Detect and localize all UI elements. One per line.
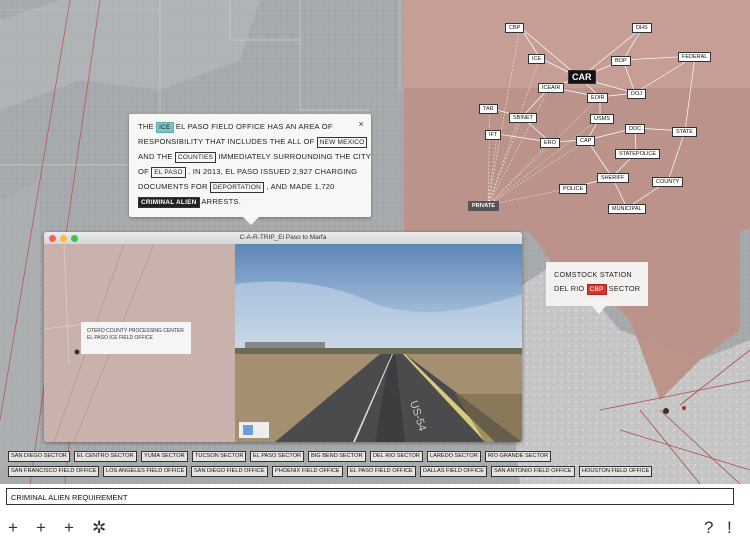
node-cap[interactable]: CAP — [576, 136, 596, 146]
mini-map[interactable]: OTERO COUNTY PROCESSING CENTER EL PASO I… — [44, 243, 235, 442]
node-ero[interactable]: ERO — [540, 138, 560, 148]
chip-tucson-sector[interactable]: TUCSON SECTOR — [192, 451, 247, 462]
street-view-image: US-54 — [235, 244, 522, 442]
chip-el-centro-sector[interactable]: EL CENTRO SECTOR — [74, 451, 137, 462]
node-bop[interactable]: BOP — [611, 56, 631, 66]
help-icon[interactable]: ? — [704, 519, 713, 536]
node-tar[interactable]: TAR — [479, 104, 498, 114]
popup-text-segment: AND THE — [138, 152, 175, 161]
node-doj[interactable]: DOJ — [627, 89, 646, 99]
close-icon[interactable]: × — [359, 117, 364, 132]
plus-icon-1[interactable]: + — [8, 519, 18, 536]
chip-san-diego-field-office[interactable]: SAN DIEGO FIELD OFFICE — [191, 466, 268, 477]
chip-dallas-field-office[interactable]: DALLAS FIELD OFFICE — [420, 466, 487, 477]
chip-rio-grande-sector[interactable]: RIO GRANDE SECTOR — [485, 451, 552, 462]
chip-san-antonio-field-office[interactable]: SAN ANTONIO FIELD OFFICE — [491, 466, 575, 477]
node-sheriff[interactable]: SHERIFF — [597, 173, 629, 183]
zoom-window-icon[interactable] — [71, 235, 78, 242]
node-dhs[interactable]: DHS — [632, 23, 652, 33]
plus-icon-3[interactable]: + — [64, 519, 74, 536]
chip-laredo-sector[interactable]: LAREDO SECTOR — [427, 451, 481, 462]
station-name: COMSTOCK STATION — [554, 270, 632, 279]
window-titlebar[interactable]: C-A-R-TRIP_El Paso to Marfa — [44, 232, 522, 244]
close-window-icon[interactable] — [49, 235, 56, 242]
station-popup: COMSTOCK STATION DEL RIO CBP SECTOR — [546, 262, 648, 314]
alert-icon[interactable]: ! — [727, 519, 732, 536]
chip-san-francisco-field-office[interactable]: SAN FRANCISCO FIELD OFFICE — [8, 466, 100, 477]
node-doc[interactable]: DOC — [625, 124, 646, 134]
chip-big-bend-sector[interactable]: BIG BEND SECTOR — [308, 451, 366, 462]
chip-houston-field-office[interactable]: HOUSTON FIELD OFFICE — [579, 466, 653, 477]
node-eoir[interactable]: EOIR — [587, 93, 609, 103]
topic-tag[interactable]: NEW MEXICO — [316, 137, 368, 148]
search-input[interactable]: CRIMINAL ALIEN REQUIREMENT — [6, 488, 734, 505]
chip-los-angeles-field-office[interactable]: LOS ANGELES FIELD OFFICE — [103, 466, 188, 477]
info-popup: × THE ICE EL PASO FIELD OFFICE HAS AN AR… — [129, 114, 371, 225]
node-iceair[interactable]: ICEAIR — [538, 83, 565, 93]
chip-el-paso-sector[interactable]: EL PASO SECTOR — [250, 451, 305, 462]
video-window[interactable]: C-A-R-TRIP_El Paso to Marfa OTERO COUNTY… — [44, 232, 522, 442]
star-icon[interactable]: ✲ — [92, 519, 106, 536]
topic-tag[interactable]: COUNTIES — [174, 152, 217, 163]
node-federal[interactable]: FEDERAL — [678, 52, 712, 62]
chip-phoenix-field-office[interactable]: PHOENIX FIELD OFFICE — [272, 466, 343, 477]
node-ice[interactable]: ICE — [528, 54, 546, 64]
chip-el-paso-field-office[interactable]: EL PASO FIELD OFFICE — [347, 466, 416, 477]
chip-yuma-sector[interactable]: YUMA SECTOR — [141, 451, 188, 462]
plus-icon-2[interactable]: + — [36, 519, 46, 536]
station-sector-prefix: DEL RIO — [554, 284, 585, 293]
mini-popup-line2: EL PASO ICE FIELD OFFICE — [87, 335, 153, 341]
popup-text-segment: , AND MADE 1,720 — [264, 182, 335, 191]
cbp-tag[interactable]: CBP — [586, 284, 607, 295]
node-car[interactable]: CAR — [568, 70, 596, 84]
node-state[interactable]: STATE — [672, 127, 697, 137]
window-title: C-A-R-TRIP_El Paso to Marfa — [239, 234, 327, 241]
node-ift[interactable]: IFT — [485, 130, 502, 140]
station-sector-suffix: SECTOR — [608, 284, 641, 293]
topic-tag[interactable]: EL PASO — [151, 167, 186, 178]
node-municipal[interactable]: MUNICIPAL — [608, 204, 646, 214]
topic-tag[interactable]: DEPORTATION — [210, 182, 265, 193]
mini-map-popup: OTERO COUNTY PROCESSING CENTER EL PASO I… — [81, 322, 191, 354]
station-sector-line: DEL RIO CBP SECTOR — [554, 282, 648, 296]
mini-popup-line1: OTERO COUNTY PROCESSING CENTER — [87, 328, 184, 334]
node-sbinet[interactable]: SBINET — [509, 113, 537, 123]
street-view[interactable]: US-54 — [235, 244, 522, 442]
node-cbp[interactable]: CBP — [505, 23, 525, 33]
topic-tag[interactable]: ICE — [156, 122, 174, 133]
info-popup-text: THE ICE EL PASO FIELD OFFICE HAS AN AREA… — [138, 119, 371, 209]
minimize-window-icon[interactable] — [60, 235, 67, 242]
node-usms[interactable]: USMS — [590, 114, 614, 124]
popup-text-segment: ARRESTS. — [199, 197, 241, 206]
popup-text-segment: THE — [138, 122, 157, 131]
node-private[interactable]: PRIVATE — [468, 201, 500, 211]
node-statepolice[interactable]: STATEPOLICE — [615, 149, 661, 159]
node-county[interactable]: COUNTY — [652, 177, 684, 187]
topic-tag[interactable]: CRIMINAL ALIEN — [138, 197, 200, 208]
node-police[interactable]: POLICE — [559, 184, 588, 194]
chip-del-rio-sector[interactable]: DEL RIO SECTOR — [370, 451, 423, 462]
chip-san-diego-sector[interactable]: SAN DIEGO SECTOR — [8, 451, 70, 462]
